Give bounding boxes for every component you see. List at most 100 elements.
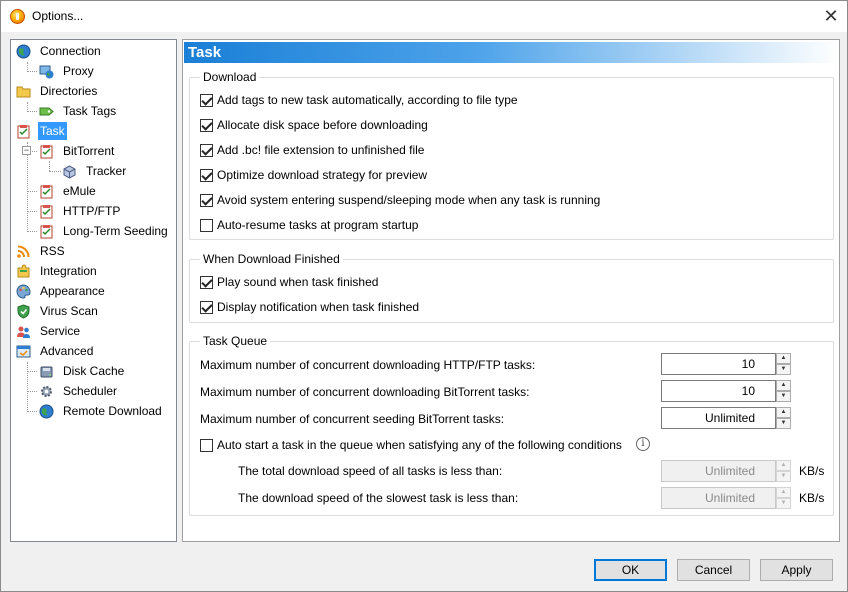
optimize-preview-label: Optimize download strategy for preview bbox=[217, 168, 428, 182]
spin-down-icon[interactable]: ▼ bbox=[776, 391, 791, 402]
auto-start-label: Auto start a task in the queue when sati… bbox=[217, 438, 622, 452]
palette-icon bbox=[16, 284, 31, 299]
add-bc-extension-label: Add .bc! file extension to unfinished fi… bbox=[217, 143, 425, 157]
users-icon bbox=[17, 326, 30, 338]
tag-icon bbox=[39, 107, 54, 116]
options-tree[interactable]: − Connection Proxy Directories Task Tags… bbox=[10, 39, 177, 542]
sidebar-item-label: Task Tags bbox=[63, 104, 117, 118]
sidebar-item-label: Disk Cache bbox=[63, 364, 125, 378]
sidebar-item-label: Virus Scan bbox=[40, 304, 98, 318]
add-tags-label: Add tags to new task automatically, acco… bbox=[217, 93, 518, 107]
total-speed-stepper[interactable]: ▲ ▼ bbox=[776, 460, 791, 482]
display-notification-checkbox[interactable] bbox=[200, 301, 213, 314]
auto-start-checkbox[interactable] bbox=[200, 439, 213, 452]
task-icon bbox=[40, 205, 53, 219]
spin-down-icon[interactable]: ▼ bbox=[776, 471, 791, 482]
spin-up-icon[interactable]: ▲ bbox=[776, 460, 791, 471]
http-tasks-stepper[interactable]: ▲ ▼ bbox=[776, 353, 791, 375]
bt-tasks-input[interactable]: 10 bbox=[661, 380, 776, 402]
task-icon bbox=[17, 125, 30, 139]
bt-tasks-stepper[interactable]: ▲ ▼ bbox=[776, 380, 791, 402]
finished-group-title: When Download Finished bbox=[200, 252, 343, 266]
seed-tasks-stepper[interactable]: ▲ ▼ bbox=[776, 407, 791, 429]
title-bar: Options... ✕ bbox=[1, 1, 847, 32]
close-button[interactable]: ✕ bbox=[815, 1, 847, 31]
bt-tasks-label: Maximum number of concurrent downloading… bbox=[200, 385, 530, 399]
display-notification-label: Display notification when task finished bbox=[217, 300, 420, 314]
total-speed-input[interactable]: Unlimited bbox=[661, 460, 776, 482]
window-title: Options... bbox=[32, 9, 84, 23]
app-logo-icon bbox=[10, 9, 25, 24]
auto-resume-checkbox[interactable] bbox=[200, 219, 213, 232]
ok-button[interactable]: OK bbox=[594, 559, 667, 581]
slowest-speed-unit: KB/s bbox=[799, 491, 825, 505]
total-speed-unit: KB/s bbox=[799, 464, 825, 478]
folder-icon bbox=[16, 86, 31, 98]
spin-up-icon[interactable]: ▲ bbox=[776, 353, 791, 364]
add-bc-extension-checkbox[interactable] bbox=[200, 144, 213, 157]
settings-panel: Task Download Add tags to new task autom… bbox=[182, 39, 840, 542]
task-icon bbox=[40, 145, 53, 159]
apply-button[interactable]: Apply bbox=[760, 559, 833, 581]
optimize-preview-checkbox[interactable] bbox=[200, 169, 213, 182]
gear-icon bbox=[41, 386, 52, 397]
task-queue-group: Task Queue Maximum number of concurrent … bbox=[189, 334, 834, 516]
slowest-speed-label: The download speed of the slowest task i… bbox=[238, 491, 519, 505]
finished-group: When Download Finished Play sound when t… bbox=[189, 252, 834, 323]
sidebar-item-label: HTTP/FTP bbox=[63, 204, 121, 218]
task-queue-group-title: Task Queue bbox=[200, 334, 271, 348]
seed-tasks-label: Maximum number of concurrent seeding Bit… bbox=[200, 412, 505, 426]
slowest-speed-input[interactable]: Unlimited bbox=[661, 487, 776, 509]
auto-resume-label: Auto-resume tasks at program startup bbox=[217, 218, 419, 232]
puzzle-icon bbox=[17, 264, 30, 278]
panel-header: Task bbox=[184, 42, 839, 63]
play-sound-checkbox[interactable] bbox=[200, 276, 213, 289]
task-icon bbox=[40, 225, 53, 239]
sidebar-item-label: Scheduler bbox=[63, 384, 118, 398]
sidebar-item-label: Remote Download bbox=[63, 404, 162, 418]
globe-icon bbox=[39, 404, 54, 419]
shield-icon bbox=[17, 304, 30, 319]
rss-icon bbox=[17, 245, 30, 258]
page-title: Task bbox=[188, 44, 222, 61]
download-group: Download Add tags to new task automatica… bbox=[189, 70, 834, 240]
task-icon bbox=[40, 185, 53, 199]
sidebar-item-label: Long-Term Seeding bbox=[63, 224, 168, 238]
slowest-speed-stepper[interactable]: ▲ ▼ bbox=[776, 487, 791, 509]
collapse-bittorrent-icon[interactable]: − bbox=[22, 146, 31, 155]
network-icon bbox=[39, 65, 54, 79]
seed-tasks-input[interactable]: Unlimited bbox=[661, 407, 776, 429]
sidebar-item-label: Advanced bbox=[40, 344, 94, 358]
allocate-disk-checkbox[interactable] bbox=[200, 119, 213, 132]
spin-up-icon[interactable]: ▲ bbox=[776, 487, 791, 498]
info-icon[interactable]: i bbox=[636, 437, 650, 451]
sidebar-item-label: BitTorrent bbox=[63, 144, 115, 158]
total-speed-label: The total download speed of all tasks is… bbox=[238, 464, 503, 478]
allocate-disk-label: Allocate disk space before downloading bbox=[217, 118, 428, 132]
sidebar-item-label: eMule bbox=[63, 184, 96, 198]
sidebar-item-label: Tracker bbox=[86, 164, 127, 178]
cancel-button[interactable]: Cancel bbox=[677, 559, 750, 581]
spin-up-icon[interactable]: ▲ bbox=[776, 380, 791, 391]
spin-down-icon[interactable]: ▼ bbox=[776, 498, 791, 509]
sidebar-item-label: Integration bbox=[40, 264, 97, 278]
sidebar-item-label: Connection bbox=[40, 44, 101, 58]
sidebar-item-label: Appearance bbox=[40, 284, 105, 298]
http-tasks-input[interactable]: 10 bbox=[661, 353, 776, 375]
add-tags-checkbox[interactable] bbox=[200, 94, 213, 107]
http-tasks-label: Maximum number of concurrent downloading… bbox=[200, 358, 536, 372]
sidebar-item-label: Service bbox=[40, 324, 81, 338]
sidebar-item-label: Task bbox=[38, 122, 67, 140]
play-sound-label: Play sound when task finished bbox=[217, 275, 379, 289]
spin-down-icon[interactable]: ▼ bbox=[776, 418, 791, 429]
options-window: Options... ✕ − Connection Proxy Director… bbox=[0, 0, 848, 592]
avoid-suspend-label: Avoid system entering suspend/sleeping m… bbox=[217, 193, 601, 207]
avoid-suspend-checkbox[interactable] bbox=[200, 194, 213, 207]
spin-up-icon[interactable]: ▲ bbox=[776, 407, 791, 418]
box-icon bbox=[63, 165, 76, 179]
disk-icon bbox=[40, 366, 53, 378]
sidebar-item-label: RSS bbox=[40, 244, 65, 258]
spin-down-icon[interactable]: ▼ bbox=[776, 364, 791, 375]
globe-icon bbox=[16, 44, 31, 59]
download-group-title: Download bbox=[200, 70, 260, 84]
